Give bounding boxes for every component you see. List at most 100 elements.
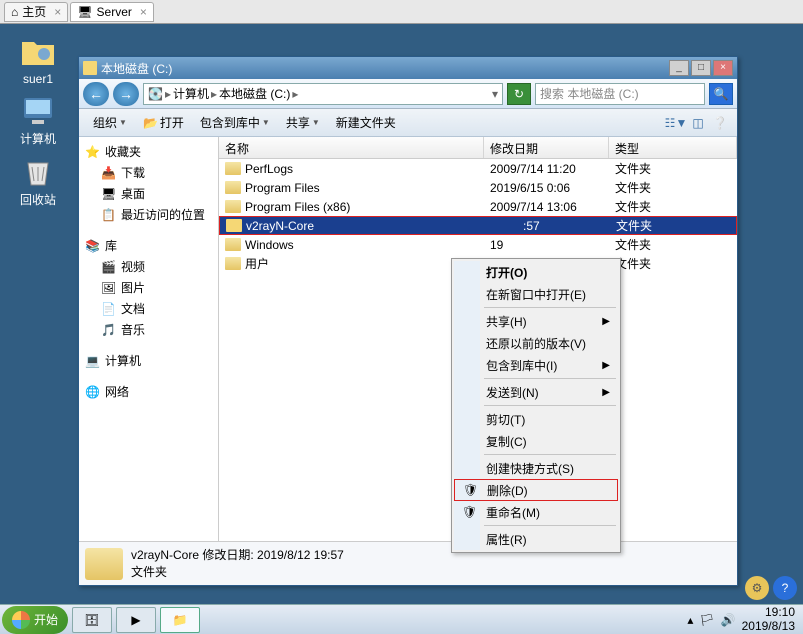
sidebar-downloads[interactable]: 📥下载 xyxy=(79,162,218,183)
back-button[interactable]: ← xyxy=(83,82,109,106)
start-button[interactable]: 开始 xyxy=(2,606,68,634)
tab-server[interactable]: 🖥 Server × xyxy=(70,2,154,22)
toolbar-include[interactable]: 包含到库中▼ xyxy=(194,112,276,133)
sidebar-computer[interactable]: 💻计算机 xyxy=(79,350,218,371)
sidebar-desktop[interactable]: 🖥桌面 xyxy=(79,183,218,204)
ctx-restore[interactable]: 还原以前的版本(V) xyxy=(454,332,618,354)
recent-icon: 📋 xyxy=(101,208,117,222)
breadcrumb-disk[interactable]: 本地磁盘 (C:) xyxy=(219,85,290,102)
tab-home-label: 主页 xyxy=(22,3,46,20)
network-icon: 🌐 xyxy=(85,385,101,399)
shield-icon: 🛡 xyxy=(462,505,476,519)
forward-button[interactable]: → xyxy=(113,82,139,106)
desktop-icon-user[interactable]: suer1 xyxy=(8,34,68,86)
ctx-include[interactable]: 包含到库中(I)▶ xyxy=(454,354,618,376)
view-button[interactable]: ☷ ▼ xyxy=(667,114,685,132)
desktop-icon-label: suer1 xyxy=(8,72,68,86)
sidebar-library[interactable]: 📚库 xyxy=(79,235,218,256)
folder-icon xyxy=(225,257,241,270)
star-icon: ⭐ xyxy=(85,145,101,159)
search-button[interactable]: 🔍 xyxy=(709,83,733,105)
refresh-button[interactable]: ↻ xyxy=(507,83,531,105)
close-icon[interactable]: × xyxy=(54,5,61,19)
preview-button[interactable]: ◫ xyxy=(689,114,707,132)
music-icon: 🎵 xyxy=(101,323,117,337)
search-input[interactable]: 搜索 本地磁盘 (C:) xyxy=(535,83,705,105)
folder-icon xyxy=(225,238,241,251)
doc-icon: 📄 xyxy=(101,302,117,316)
settings-icon[interactable]: ⚙ xyxy=(745,576,769,600)
user-folder-icon xyxy=(20,34,56,70)
ctx-open-new[interactable]: 在新窗口中打开(E) xyxy=(454,283,618,305)
taskbar: 开始 🗄 ▶ 📁 ▴ 🏳 🔊 ⚙ 19:10 2019/8/13 xyxy=(0,604,803,634)
file-row[interactable]: Windows19文件夹 xyxy=(219,235,737,254)
file-row[interactable]: Program Files2019/6/15 0:06文件夹 xyxy=(219,178,737,197)
ctx-share[interactable]: 共享(H)▶ xyxy=(454,310,618,332)
tray-flag-icon[interactable]: 🏳 xyxy=(699,613,714,627)
sidebar-documents[interactable]: 📄文档 xyxy=(79,298,218,319)
statusbar: v2rayN-Core 修改日期: 2019/8/12 19:57 文件夹 xyxy=(79,541,737,585)
ctx-rename[interactable]: 🛡重命名(M) xyxy=(454,501,618,523)
navbar: ← → 💽 ▸ 计算机 ▸ 本地磁盘 (C:) ▸ ▾ ↻ 搜索 本地磁盘 (C… xyxy=(79,79,737,109)
chevron-down-icon[interactable]: ▾ xyxy=(492,87,498,101)
titlebar[interactable]: 本地磁盘 (C:) _ □ × xyxy=(79,57,737,79)
ctx-sendto[interactable]: 发送到(N)▶ xyxy=(454,381,618,403)
taskbar-explorer[interactable]: 📁 xyxy=(160,607,200,633)
tab-server-label: Server xyxy=(97,5,132,19)
ctx-open[interactable]: 打开(O) xyxy=(454,261,618,283)
sidebar-recent[interactable]: 📋最近访问的位置 xyxy=(79,204,218,225)
picture-icon: 🖼 xyxy=(101,281,117,295)
col-name[interactable]: 名称 xyxy=(219,137,484,158)
file-row[interactable]: Program Files (x86)2009/7/14 13:06文件夹 xyxy=(219,197,737,216)
video-icon: 🎬 xyxy=(101,260,117,274)
submenu-icon: ▶ xyxy=(602,387,610,398)
browser-tabs: ⌂ 主页 × 🖥 Server × xyxy=(0,0,803,24)
tray-clock[interactable]: 19:10 2019/8/13 xyxy=(742,606,795,632)
breadcrumb[interactable]: 💽 ▸ 计算机 ▸ 本地磁盘 (C:) ▸ ▾ xyxy=(143,83,503,105)
tray-up-icon[interactable]: ▴ xyxy=(687,613,693,627)
tray-network-icon[interactable]: 🔊 xyxy=(721,613,736,627)
ctx-properties[interactable]: 属性(R) xyxy=(454,528,618,550)
tab-home[interactable]: ⌂ 主页 × xyxy=(4,2,68,22)
column-headers: 名称 修改日期 类型 xyxy=(219,137,737,159)
desktop-icon-computer[interactable]: 计算机 xyxy=(8,92,68,147)
minimize-button[interactable]: _ xyxy=(669,60,689,76)
close-icon[interactable]: × xyxy=(140,5,147,19)
close-button[interactable]: × xyxy=(713,60,733,76)
toolbar-newfolder[interactable]: 新建文件夹 xyxy=(330,112,402,133)
file-row-selected[interactable]: v2rayN-CoreXXXX:57文件夹 xyxy=(219,216,737,235)
sidebar-network[interactable]: 🌐网络 xyxy=(79,381,218,402)
computer-icon xyxy=(20,92,56,128)
ctx-cut[interactable]: 剪切(T) xyxy=(454,408,618,430)
desktop-icons: suer1 计算机 回收站 xyxy=(8,34,68,208)
sidebar-pictures[interactable]: 🖼图片 xyxy=(79,277,218,298)
shield-icon: 🛡 xyxy=(463,483,477,497)
col-date[interactable]: 修改日期 xyxy=(484,137,609,158)
desktop-icon-label: 计算机 xyxy=(8,130,68,147)
taskbar-powershell[interactable]: ▶ xyxy=(116,607,156,633)
explorer-window: 本地磁盘 (C:) _ □ × ← → 💽 ▸ 计算机 ▸ 本地磁盘 (C:) … xyxy=(78,56,738,586)
ctx-delete[interactable]: 🛡删除(D) xyxy=(454,479,618,501)
breadcrumb-computer[interactable]: 计算机 xyxy=(173,85,209,102)
drive-icon: 💽 xyxy=(148,87,163,101)
status-type: 文件夹 xyxy=(131,564,344,581)
toolbar-organize[interactable]: 组织▼ xyxy=(87,112,133,133)
toolbar-open[interactable]: 📂打开 xyxy=(137,112,190,133)
ctx-shortcut[interactable]: 创建快捷方式(S) xyxy=(454,457,618,479)
sidebar-video[interactable]: 🎬视频 xyxy=(79,256,218,277)
col-type[interactable]: 类型 xyxy=(609,137,737,158)
help-button[interactable]: ❔ xyxy=(711,114,729,132)
taskbar-server-manager[interactable]: 🗄 xyxy=(72,607,112,633)
start-label: 开始 xyxy=(34,611,58,628)
system-tray: ▴ 🏳 🔊 ⚙ 19:10 2019/8/13 xyxy=(679,606,803,632)
help-icon[interactable]: ? xyxy=(773,576,797,600)
file-row[interactable]: PerfLogs2009/7/14 11:20文件夹 xyxy=(219,159,737,178)
desktop-icon-recycle[interactable]: 回收站 xyxy=(8,153,68,208)
maximize-button[interactable]: □ xyxy=(691,60,711,76)
sidebar-music[interactable]: 🎵音乐 xyxy=(79,319,218,340)
sidebar-favorites[interactable]: ⭐收藏夹 xyxy=(79,141,218,162)
toolbar-share[interactable]: 共享▼ xyxy=(280,112,326,133)
download-icon: 📥 xyxy=(101,166,117,180)
desktop-icon-label: 回收站 xyxy=(8,191,68,208)
ctx-copy[interactable]: 复制(C) xyxy=(454,430,618,452)
